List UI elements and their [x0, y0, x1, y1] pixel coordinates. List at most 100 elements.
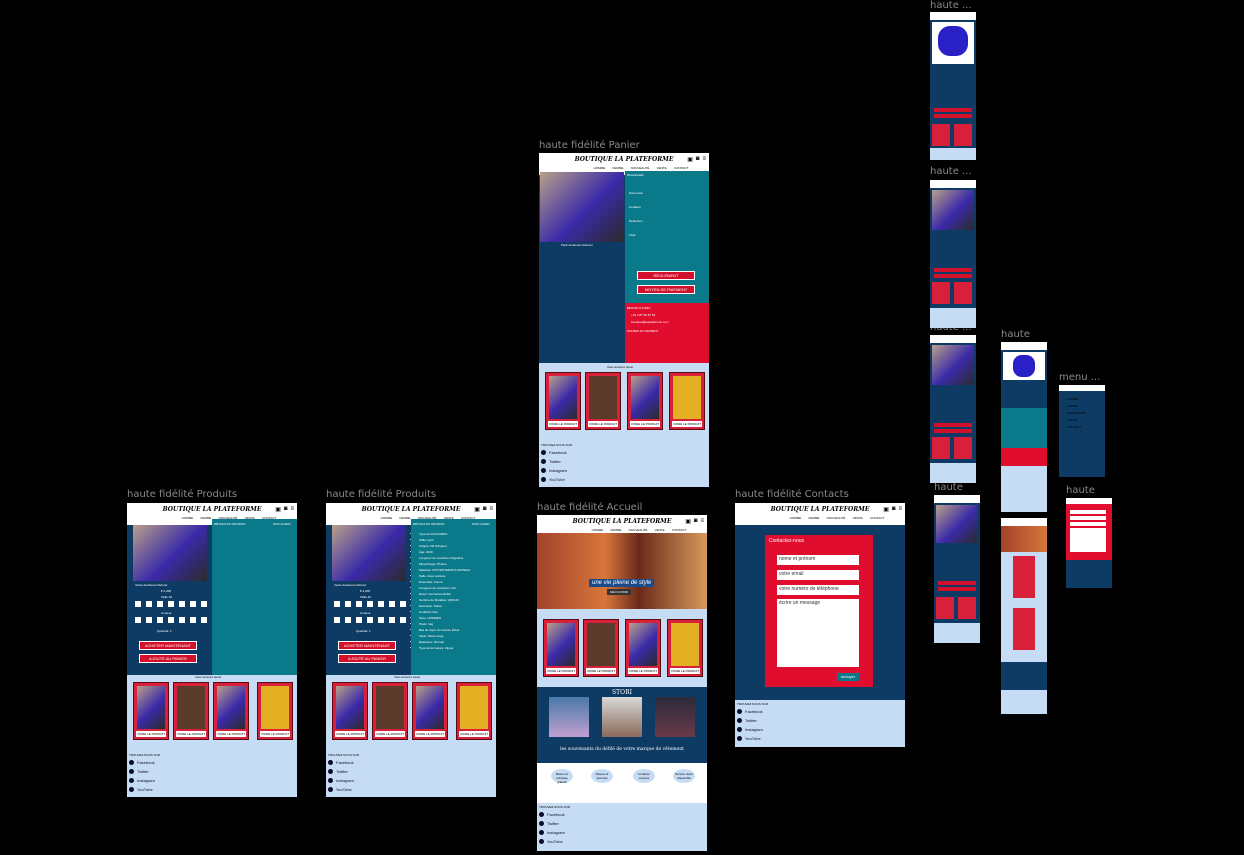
product-card[interactable]: VOIRE LE PRODUIT	[213, 682, 249, 740]
social-facebook[interactable]: Facebook	[539, 812, 565, 817]
frame-label-mini-5[interactable]: haute	[934, 482, 963, 493]
menu-item-vente[interactable]: VENTE	[1067, 418, 1077, 422]
menu-icon[interactable]: ≡	[700, 518, 704, 525]
mobile-frame-6[interactable]	[1001, 518, 1047, 714]
name-field[interactable]: nome et prénom	[777, 555, 859, 565]
frame-label-mini-6[interactable]: haute	[1066, 485, 1095, 496]
product-card[interactable]: VOIRE LE PRODUIT	[133, 682, 169, 740]
nav-homme[interactable]: HOMME	[790, 516, 802, 520]
product-card[interactable]: VOIRE LE PRODUIT	[627, 372, 663, 430]
cart-icon[interactable]: ▣	[275, 506, 281, 513]
brand-logo[interactable]: BOUTIQUE LA PLATEFORME	[539, 156, 709, 163]
menu-item-nouveaute[interactable]: NOUVEAUTÉ	[1067, 411, 1086, 415]
send-button[interactable]: envoyer	[837, 673, 859, 681]
frame-label-accueil[interactable]: haute fidélité Accueil	[537, 502, 642, 513]
nav-nouveaute[interactable]: NOUVEAUTÉ	[827, 516, 846, 520]
nav-homme[interactable]: HOMME	[381, 516, 393, 520]
social-instagram[interactable]: Instagram	[541, 468, 567, 473]
social-facebook[interactable]: Facebook	[541, 450, 567, 455]
nav-vente[interactable]: VENTE	[853, 516, 863, 520]
frame-label-menu[interactable]: menu ...	[1059, 372, 1100, 383]
social-twitter[interactable]: Twitter	[129, 769, 155, 774]
mobile-frame-contact[interactable]	[1066, 498, 1112, 588]
menu-icon[interactable]: ≡	[489, 506, 493, 513]
nav-vente[interactable]: VENTE	[655, 528, 665, 532]
nav-vente[interactable]: VENTE	[657, 166, 667, 170]
payment-button[interactable]: RÈGLEMENT	[637, 271, 695, 280]
color-options[interactable]	[135, 617, 207, 623]
help-email[interactable]: boutique@laplateforme.com	[631, 320, 669, 324]
social-youtube[interactable]: YouTube	[129, 787, 155, 792]
menu-icon[interactable]: ≡	[702, 156, 706, 163]
nav-femme[interactable]: FEMME	[612, 166, 623, 170]
cart-icon[interactable]: ▣	[474, 506, 480, 513]
frame-label-contacts[interactable]: haute fidélité Contacts	[735, 489, 849, 500]
nav-femme[interactable]: FEMME	[399, 516, 410, 520]
tab-reviews[interactable]: AVIS CLIENT	[273, 522, 291, 526]
menu-item-contact[interactable]: CONTACT	[1067, 425, 1081, 429]
social-youtube[interactable]: YouTube	[541, 477, 567, 482]
product-card[interactable]: VOIRE LE PRODUIT	[173, 682, 209, 740]
product-card[interactable]: VOIRE LE PRODUIT	[545, 372, 581, 430]
product-card[interactable]: VOIRE LE PRODUIT	[257, 682, 293, 740]
brand-logo[interactable]: BOUTIQUE LA PLATEFORME	[735, 506, 905, 513]
brand-logo[interactable]: BOUTIQUE LA PLATEFORME	[127, 506, 297, 513]
nav-homme[interactable]: HOMME	[594, 166, 606, 170]
menu-item-femme[interactable]: FEMME	[1067, 404, 1078, 408]
frame-label-produits-2[interactable]: haute fidélité Produits	[326, 489, 436, 500]
buy-now-button[interactable]: ACHETER MAINTENANT	[338, 641, 396, 650]
menu-frame[interactable]: HOMME FEMME NOUVEAUTÉ VENTE CONTACT	[1059, 385, 1105, 477]
mobile-frame-1[interactable]	[930, 12, 976, 160]
product-card[interactable]: VOIRE LE PRODUIT	[667, 619, 703, 677]
add-to-cart-button[interactable]: AJOUTÉ AU PANIER	[338, 654, 396, 663]
tab-reviews[interactable]: AVIS CLIENT	[472, 522, 490, 526]
brand-logo[interactable]: BOUTIQUE LA PLATEFORME	[326, 506, 496, 513]
product-card[interactable]: VOIRE LE PRODUIT	[412, 682, 448, 740]
nav-femme[interactable]: FEMME	[610, 528, 621, 532]
nav-femme[interactable]: FEMME	[200, 516, 211, 520]
quantity-stepper[interactable]: Quantité: 1	[356, 629, 371, 633]
social-twitter[interactable]: Twitter	[541, 459, 567, 464]
social-youtube[interactable]: YouTube	[539, 839, 565, 844]
story-image[interactable]	[549, 697, 589, 737]
cart-icon[interactable]: ▣	[687, 156, 693, 163]
product-card[interactable]: VOIRE LE PRODUIT	[543, 619, 579, 677]
nav-nouveaute[interactable]: NOUVEAUTÉ	[631, 166, 650, 170]
product-card[interactable]: VOIRE LE PRODUIT	[456, 682, 492, 740]
social-facebook[interactable]: Facebook	[737, 709, 763, 714]
tab-details[interactable]: DÉTAILS DU PRODUIT	[214, 522, 246, 526]
product-card[interactable]: VOIRE LE PRODUIT	[625, 619, 661, 677]
frame-label-mini-4[interactable]: haute	[1001, 329, 1030, 340]
social-instagram[interactable]: Instagram	[539, 830, 565, 835]
tab-details[interactable]: DÉTAILS DU PRODUIT	[413, 522, 445, 526]
email-field[interactable]: votre email	[777, 570, 859, 580]
mobile-frame-4[interactable]	[1001, 342, 1047, 512]
nav-femme[interactable]: FEMME	[808, 516, 819, 520]
user-icon[interactable]: ◙	[694, 518, 698, 525]
payment-mode-button[interactable]: MOYEN DE PAIEMENT	[637, 285, 695, 294]
color-options[interactable]	[334, 617, 406, 623]
frame-label-panier[interactable]: haute fidélité Panier	[539, 140, 640, 151]
size-options[interactable]	[334, 601, 406, 607]
social-twitter[interactable]: Twitter	[737, 718, 763, 723]
product-card[interactable]: VOIRE LE PRODUIT	[332, 682, 368, 740]
frame-label-mini-2[interactable]: haute ...	[930, 166, 972, 177]
mobile-frame-2[interactable]	[930, 180, 976, 328]
add-to-cart-button[interactable]: AJOUTÉ AU PANIER	[139, 654, 197, 663]
nav-nouveaute[interactable]: NOUVEAUTÉ	[629, 528, 648, 532]
brand-logo[interactable]: BOUTIQUE LA PLATEFORME	[537, 518, 707, 525]
nav-contact[interactable]: CONTACT	[870, 516, 884, 520]
nav-homme[interactable]: HOMME	[592, 528, 604, 532]
nav-contact[interactable]: CONTACT	[672, 528, 686, 532]
social-youtube[interactable]: YouTube	[328, 787, 354, 792]
menu-icon[interactable]: ≡	[290, 506, 294, 513]
social-instagram[interactable]: Instagram	[737, 727, 763, 732]
social-twitter[interactable]: Twitter	[328, 769, 354, 774]
menu-item-homme[interactable]: HOMME	[1067, 397, 1079, 401]
quantity-stepper[interactable]: Quantité: 1	[157, 629, 172, 633]
story-image[interactable]	[602, 697, 642, 737]
story-image[interactable]	[655, 697, 695, 737]
phone-field[interactable]: votre numéro de téléphone	[777, 585, 859, 595]
user-icon[interactable]: ◙	[696, 156, 700, 163]
product-card[interactable]: VOIRE LE PRODUIT	[585, 372, 621, 430]
